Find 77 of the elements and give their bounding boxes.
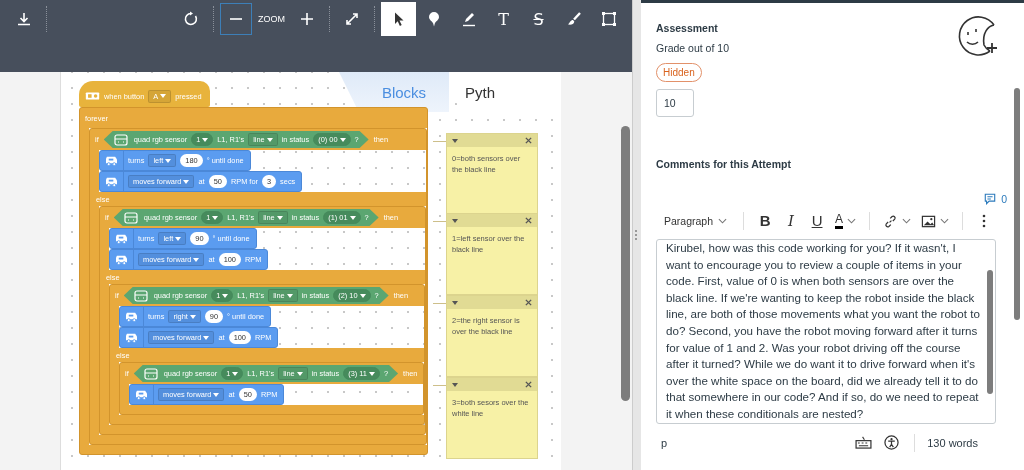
word-count: 130 words <box>927 436 978 449</box>
caret-icon <box>213 392 220 397</box>
expand-icon <box>344 11 360 27</box>
button-icon <box>85 92 100 100</box>
caret-icon <box>175 236 182 241</box>
zoom-label: ZOOM <box>258 14 285 24</box>
element-path: p <box>661 436 668 449</box>
keyboard-icon <box>855 436 873 450</box>
close-icon[interactable] <box>525 381 532 388</box>
caret-icon <box>349 215 356 220</box>
pointer-tool[interactable] <box>381 2 416 36</box>
caret-icon <box>232 371 239 376</box>
chevron-down-icon <box>847 218 857 224</box>
robot-car-icon <box>124 311 139 322</box>
caret-icon <box>276 215 283 220</box>
robot-car-icon <box>124 332 139 343</box>
image-icon <box>921 213 937 229</box>
section-heading: Assessment <box>656 22 718 34</box>
sensor-icon <box>123 211 138 224</box>
more-icon <box>982 214 987 228</box>
sensor-icon <box>113 133 128 146</box>
robot-car-icon <box>114 233 129 244</box>
close-icon[interactable] <box>525 299 532 306</box>
section-heading: Comments for this Attempt <box>656 158 792 170</box>
chevron-down-icon <box>940 218 950 224</box>
text-tool[interactable]: T <box>486 2 521 36</box>
comment-count-button[interactable]: 0 <box>984 193 1007 205</box>
robot-car-icon <box>134 389 149 400</box>
robot-car-icon <box>104 176 119 187</box>
strike-tool[interactable]: S <box>521 2 556 36</box>
chevron-down-icon <box>902 218 912 224</box>
rotate-icon <box>183 11 199 27</box>
caret-icon <box>202 137 209 142</box>
caret-icon <box>296 371 303 376</box>
brush-icon <box>565 11 582 27</box>
caret-icon <box>160 94 167 98</box>
comment-text: Kirubel, how was this code working for you? If it wasn't, I want to encourage you to review a couple of items in your code. First, value of 0 is when both sensors are over the black line. If we're wanting to keep the robot inside the black line, are both of those movements what you want the robot to do? Second, you have the robot moving forward after it turns for value of 1 and 2. Was your robot driving off the course after it turned? While we do want it to drive forward when it's over the white space on the board, did we already tell it to do that somewhere in our code? And if so, do we need to repeat it when these conditionals are nested? <box>665 240 981 422</box>
collapse-icon[interactable] <box>452 218 458 223</box>
robot-car-icon <box>114 254 129 265</box>
comment-icon <box>984 193 997 205</box>
minus-icon <box>230 18 242 20</box>
accessibility-icon <box>884 435 900 451</box>
caret-icon <box>203 335 210 340</box>
robot-car-icon <box>104 155 119 166</box>
caret-icon <box>189 314 196 319</box>
collapse-icon[interactable] <box>452 382 458 387</box>
close-icon[interactable] <box>525 217 532 224</box>
caret-icon <box>286 293 293 298</box>
area-select-icon <box>600 11 617 27</box>
highlighter-icon <box>460 11 477 27</box>
grade-field[interactable]: 10 <box>656 89 694 117</box>
zoom-out-button[interactable] <box>220 3 252 35</box>
caret-icon <box>222 293 229 298</box>
caret-icon <box>266 137 273 142</box>
grade-label: Grade out of 10 <box>656 42 729 54</box>
caret-icon <box>359 293 366 298</box>
caret-icon <box>212 215 219 220</box>
block-style-dropdown[interactable]: Paragraph <box>664 215 734 227</box>
chevron-down-icon <box>718 218 728 224</box>
bold-button[interactable]: B <box>754 213 777 229</box>
caret-icon <box>183 179 190 184</box>
link-icon <box>883 213 899 229</box>
caret-icon <box>165 158 172 163</box>
italic-button[interactable]: I <box>780 213 803 229</box>
caret-icon <box>368 371 375 376</box>
underline-button[interactable]: U <box>806 213 829 229</box>
editor-tab[interactable]: Blocks <box>339 72 449 112</box>
close-icon[interactable] <box>525 137 532 144</box>
color-button[interactable]: A <box>832 213 860 229</box>
plus-icon <box>299 11 315 27</box>
collapse-icon[interactable] <box>452 138 458 143</box>
caret-icon <box>193 257 200 262</box>
download-icon <box>16 11 32 27</box>
caret-icon <box>339 137 346 142</box>
sensor-icon <box>143 367 158 380</box>
sensor-icon <box>133 289 148 302</box>
collapse-icon[interactable] <box>452 300 458 305</box>
